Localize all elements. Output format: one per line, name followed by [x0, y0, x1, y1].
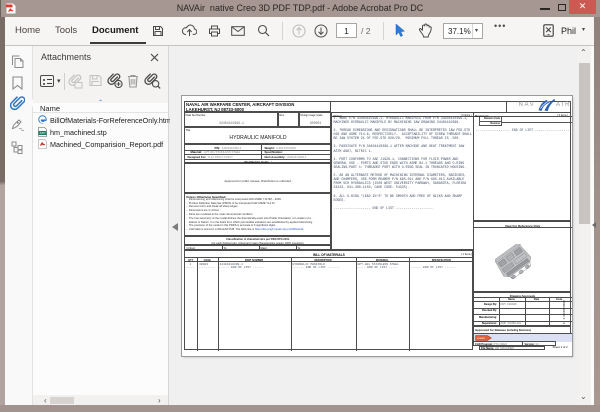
svg-text:SIGNED: SIGNED [476, 338, 485, 340]
svg-text:STP: STP [40, 131, 46, 135]
